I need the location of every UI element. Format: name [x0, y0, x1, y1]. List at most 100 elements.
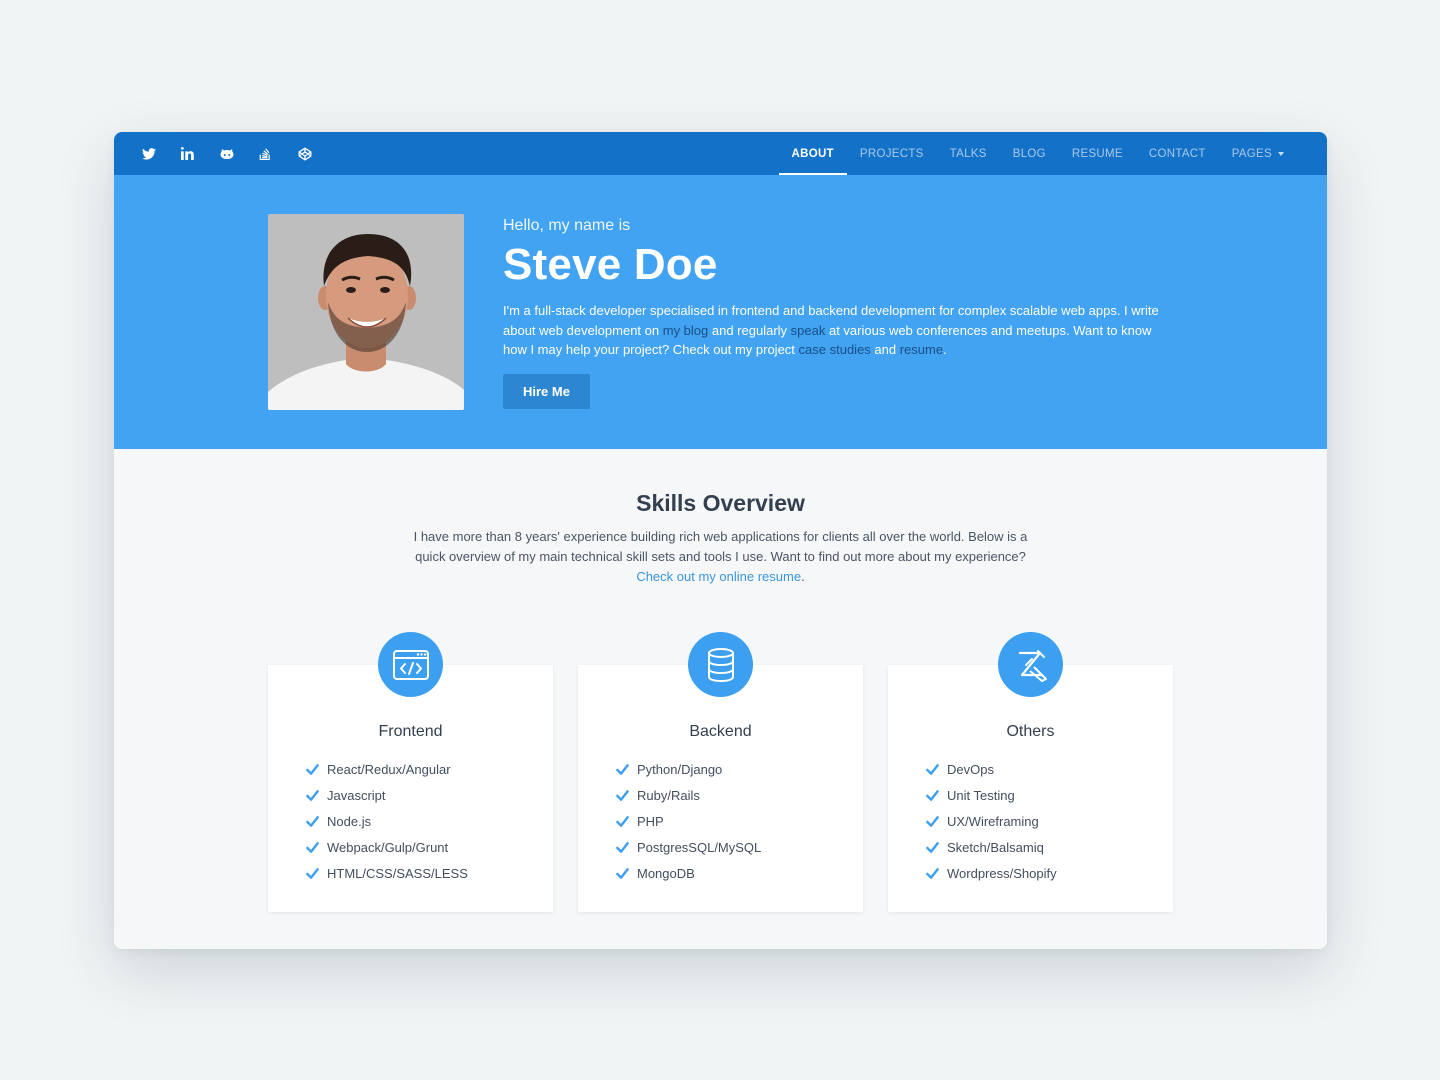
- skill-item: PHP: [616, 808, 761, 834]
- check-icon: [306, 841, 319, 853]
- menu-item-label: Pages: [1231, 147, 1272, 160]
- skill-list: DevOps Unit Testing UX/Wireframing Sketc…: [926, 756, 1057, 886]
- check-icon: [926, 763, 939, 775]
- case-studies-link[interactable]: case studies: [799, 342, 871, 357]
- menu-item-contact[interactable]: Contact: [1136, 132, 1219, 175]
- menu-item-resume[interactable]: Resume: [1059, 132, 1136, 175]
- card-title: Others: [1006, 723, 1055, 740]
- skill-list: React/Redux/Angular Javascript Node.js W…: [306, 756, 468, 886]
- skill-label: HTML/CSS/SASS/LESS: [327, 865, 468, 881]
- skill-label: DevOps: [947, 761, 994, 777]
- linkedin-icon: [181, 147, 194, 160]
- menu-item-projects[interactable]: Projects: [847, 132, 937, 175]
- check-icon: [306, 815, 319, 827]
- check-icon: [306, 867, 319, 879]
- hero-bio: I'm a full-stack developer specialised i…: [503, 301, 1173, 360]
- check-icon: [616, 867, 629, 879]
- social-links: [142, 132, 337, 175]
- skill-card-others: Others DevOps Unit Testing UX/Wireframin…: [888, 632, 1173, 912]
- skills-title: Skills Overview: [636, 490, 805, 516]
- menu-item-label: Blog: [1012, 147, 1046, 160]
- stackoverflow-icon: [259, 148, 270, 160]
- skill-item: Sketch/Balsamiq: [926, 834, 1057, 860]
- check-icon: [616, 789, 629, 801]
- skills-section: Skills Overview I have more than 8 years…: [114, 449, 1327, 949]
- top-navbar: About Projects Talks Blog Resume Contact…: [114, 132, 1327, 175]
- skill-item: Node.js: [306, 808, 468, 834]
- skill-item: PostgresSQL/MySQL: [616, 834, 761, 860]
- skills-intro: I have more than 8 years' experience bui…: [404, 527, 1037, 587]
- skills-intro-text: I have more than 8 years' experience bui…: [413, 529, 1028, 564]
- hero-greeting: Hello, my name is: [503, 217, 631, 234]
- card-title: Backend: [689, 723, 752, 740]
- profile-photo-illustration: [268, 214, 464, 410]
- linkedin-link[interactable]: [181, 132, 220, 175]
- resume-link[interactable]: resume: [900, 342, 943, 357]
- menu-item-label: Projects: [859, 147, 924, 160]
- github-icon: [220, 148, 234, 159]
- codepen-icon: [298, 147, 312, 160]
- skill-label: Ruby/Rails: [637, 787, 700, 803]
- skill-item: UX/Wireframing: [926, 808, 1057, 834]
- online-resume-link[interactable]: Check out my online resume: [636, 569, 801, 584]
- skills-intro-end: .: [801, 569, 805, 584]
- skill-label: Sketch/Balsamiq: [947, 839, 1044, 855]
- skill-item: Webpack/Gulp/Grunt: [306, 834, 468, 860]
- twitter-link[interactable]: [142, 132, 181, 175]
- code-window-icon: [378, 632, 443, 697]
- codepen-link[interactable]: [298, 132, 337, 175]
- skill-card-frontend: Frontend React/Redux/Angular Javascript …: [268, 632, 553, 912]
- hire-me-button[interactable]: Hire Me: [503, 373, 590, 409]
- skill-label: Wordpress/Shopify: [947, 865, 1057, 881]
- profile-photo: [268, 214, 464, 410]
- skill-item: Unit Testing: [926, 782, 1057, 808]
- skill-item: React/Redux/Angular: [306, 756, 468, 782]
- blog-link[interactable]: my blog: [663, 323, 709, 338]
- speak-link[interactable]: speak: [791, 323, 826, 338]
- skill-item: Python/Django: [616, 756, 761, 782]
- toolkit-icon: [998, 632, 1063, 697]
- skill-label: UX/Wireframing: [947, 813, 1039, 829]
- github-link[interactable]: [220, 132, 259, 175]
- check-icon: [926, 867, 939, 879]
- stackoverflow-link[interactable]: [259, 132, 298, 175]
- menu-item-label: Resume: [1071, 147, 1123, 160]
- check-icon: [616, 815, 629, 827]
- menu-item-about[interactable]: About: [778, 132, 848, 175]
- skill-item: Javascript: [306, 782, 468, 808]
- skill-item: DevOps: [926, 756, 1057, 782]
- main-menu: About Projects Talks Blog Resume Contact…: [778, 132, 1298, 175]
- skill-item: Ruby/Rails: [616, 782, 761, 808]
- menu-item-label: Talks: [949, 147, 987, 160]
- skill-label: Python/Django: [637, 761, 723, 777]
- check-icon: [926, 789, 939, 801]
- skill-item: HTML/CSS/SASS/LESS: [306, 860, 468, 886]
- twitter-icon: [142, 147, 156, 160]
- check-icon: [926, 815, 939, 827]
- check-icon: [616, 841, 629, 853]
- bio-text: and: [870, 342, 900, 358]
- check-icon: [926, 841, 939, 853]
- skill-item: Wordpress/Shopify: [926, 860, 1057, 886]
- menu-item-blog[interactable]: Blog: [1000, 132, 1059, 175]
- skill-label: Unit Testing: [947, 787, 1015, 803]
- bio-text: and regularly: [708, 322, 791, 338]
- skill-list: Python/Django Ruby/Rails PHP PostgresSQL…: [616, 756, 761, 886]
- skill-item: MongoDB: [616, 860, 761, 886]
- menu-item-label: Contact: [1148, 147, 1206, 160]
- skill-card-backend: Backend Python/Django Ruby/Rails PHP Pos…: [578, 632, 863, 912]
- skill-label: Javascript: [327, 787, 386, 803]
- skill-label: PHP: [637, 813, 664, 829]
- hero-section: Hello, my name is Steve Doe I'm a full-s…: [114, 175, 1327, 449]
- hero-text: Hello, my name is Steve Doe I'm a full-s…: [503, 217, 1173, 409]
- check-icon: [616, 763, 629, 775]
- skill-label: MongoDB: [637, 865, 695, 881]
- menu-item-pages-dropdown[interactable]: Pages: [1219, 132, 1297, 175]
- browser-window: About Projects Talks Blog Resume Contact…: [114, 132, 1327, 949]
- skill-label: Node.js: [327, 813, 372, 829]
- chevron-down-icon: [1278, 151, 1284, 156]
- skill-label: Webpack/Gulp/Grunt: [327, 839, 449, 855]
- skill-label: PostgresSQL/MySQL: [637, 839, 762, 855]
- card-title: Frontend: [378, 723, 443, 740]
- menu-item-talks[interactable]: Talks: [937, 132, 1000, 175]
